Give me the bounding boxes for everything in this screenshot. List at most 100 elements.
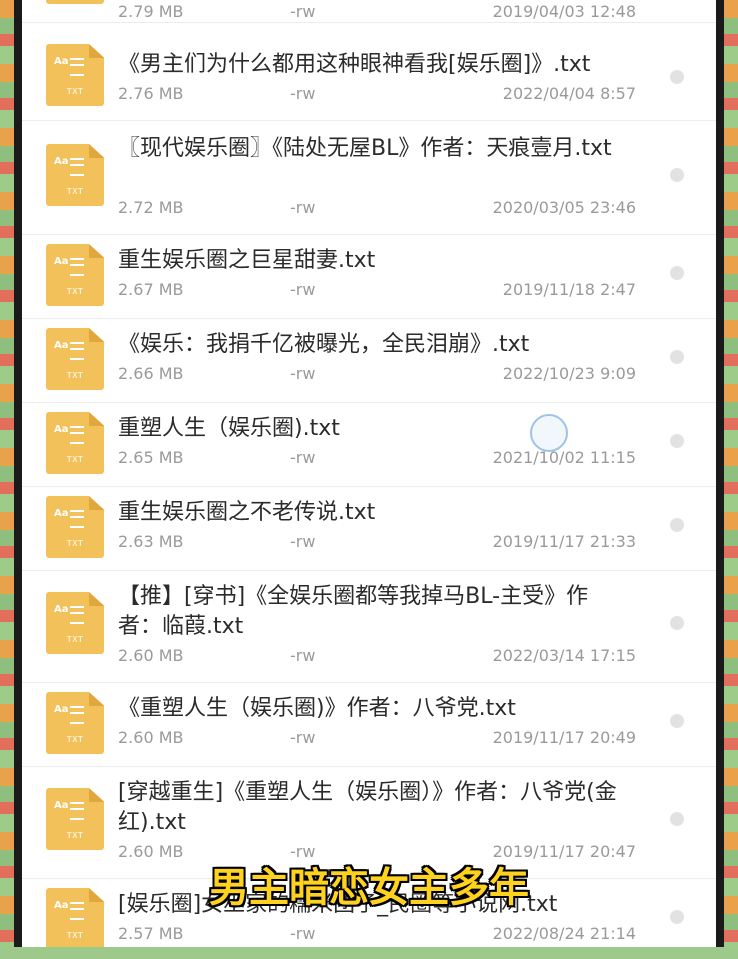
phone-bezel-left [14, 0, 22, 959]
phone-bezel-right [716, 0, 724, 959]
file-date: 2019/11/17 21:33 [492, 532, 636, 551]
txt-file-icon: Aa TXT [46, 144, 104, 206]
icon-lines [70, 258, 84, 276]
txt-file-icon: Aa TXT [46, 592, 104, 654]
icon-aa-text: Aa [54, 800, 69, 811]
file-name: 〖现代娱乐圈〗《陆处无屋BL》作者：天痕壹月.txt [118, 136, 612, 161]
icon-lines [70, 802, 84, 820]
select-radio[interactable] [670, 616, 684, 630]
file-permissions: -rw [290, 448, 316, 467]
file-row[interactable]: Aa TXT 重生娱乐圈之巨星甜妻.txt 2.67 MB -rw 2019/1… [22, 234, 716, 319]
decorative-frame-right [724, 0, 738, 959]
icon-aa-text: Aa [54, 424, 69, 435]
file-size: 2.79 MB [118, 2, 184, 21]
icon-txt-label: TXT [66, 831, 84, 840]
decorative-frame-bottom [0, 947, 738, 959]
icon-lines [70, 342, 84, 360]
file-permissions: -rw [290, 532, 316, 551]
icon-txt-label: TXT [66, 931, 84, 940]
file-row[interactable]: Aa TXT 〖现代娱乐圈〗《陆处无屋BL》作者：天痕壹月.txt 2.72 M… [22, 120, 716, 235]
file-date: 2019/11/18 2:47 [502, 280, 636, 299]
file-row[interactable]: Aa TXT 《重塑人生（娱乐圈)》作者：八爷党.txt 2.60 MB -rw… [22, 682, 716, 767]
txt-file-icon: Aa TXT [46, 44, 104, 106]
file-permissions: -rw [290, 728, 316, 747]
file-row[interactable]: Aa TXT 2.79 MB -rw 2019/04/03 12:48 [22, 0, 716, 23]
icon-txt-label: TXT [66, 371, 84, 380]
txt-file-icon: Aa TXT [46, 328, 104, 390]
icon-aa-text: Aa [54, 508, 69, 519]
file-size: 2.67 MB [118, 280, 184, 299]
icon-aa-text: Aa [54, 704, 69, 715]
icon-lines [70, 158, 84, 176]
icon-txt-label: TXT [66, 735, 84, 744]
file-permissions: -rw [290, 280, 316, 299]
txt-file-icon: Aa TXT [46, 788, 104, 850]
file-date: 2022/08/24 21:14 [492, 924, 636, 943]
file-size: 2.63 MB [118, 532, 184, 551]
icon-lines [70, 606, 84, 624]
file-name: 《男主们为什么都用这种眼神看我[娱乐圈]》.txt [118, 52, 591, 77]
file-permissions: -rw [290, 646, 316, 665]
file-date: 2021/10/02 11:15 [492, 448, 636, 467]
txt-file-icon: Aa TXT [46, 496, 104, 558]
select-radio[interactable] [670, 714, 684, 728]
icon-txt-label: TXT [66, 187, 84, 196]
file-name: 【推】[穿书]《全娱乐圈都等我掉马BL-主受》作者：临葭.txt [118, 584, 589, 639]
icon-txt-label: TXT [66, 539, 84, 548]
file-name: [穿越重生]《重塑人生（娱乐圈）》作者：八爷党(金 红).txt [118, 780, 617, 835]
select-radio[interactable] [670, 518, 684, 532]
txt-file-icon: Aa TXT [46, 412, 104, 474]
file-name: 《重塑人生（娱乐圈)》作者：八爷党.txt [118, 696, 516, 721]
icon-lines [70, 510, 84, 528]
select-radio[interactable] [670, 350, 684, 364]
file-size: 2.72 MB [118, 198, 184, 217]
file-date: 2022/03/14 17:15 [492, 646, 636, 665]
txt-file-icon: Aa TXT [46, 692, 104, 754]
file-size: 2.60 MB [118, 646, 184, 665]
select-radio[interactable] [670, 812, 684, 826]
icon-aa-text: Aa [54, 156, 69, 167]
file-row[interactable]: Aa TXT 重生娱乐圈之不老传说.txt 2.63 MB -rw 2019/1… [22, 486, 716, 571]
file-row[interactable]: Aa TXT 《男主们为什么都用这种眼神看我[娱乐圈]》.txt 2.76 MB… [22, 22, 716, 121]
file-name: 重生娱乐圈之不老传说.txt [118, 500, 376, 525]
file-date: 2022/10/23 9:09 [502, 364, 636, 383]
txt-file-icon: Aa TXT [46, 0, 104, 4]
file-date: 2019/04/03 12:48 [492, 2, 636, 21]
icon-lines [70, 58, 84, 76]
select-radio[interactable] [670, 266, 684, 280]
icon-aa-text: Aa [54, 56, 69, 67]
file-list-screen: Aa TXT 2.79 MB -rw 2019/04/03 12:48 Aa T… [22, 0, 716, 947]
icon-aa-text: Aa [54, 604, 69, 615]
file-name: 重塑人生（娱乐圈).txt [118, 416, 340, 441]
select-radio[interactable] [670, 70, 684, 84]
file-name: 重生娱乐圈之巨星甜妻.txt [118, 248, 376, 273]
file-size: 2.57 MB [118, 924, 184, 943]
icon-aa-text: Aa [54, 256, 69, 267]
icon-lines [70, 426, 84, 444]
file-name: 《娱乐：我捐千亿被曝光，全民泪崩》.txt [118, 332, 530, 357]
file-size: 2.65 MB [118, 448, 184, 467]
file-size: 2.66 MB [118, 364, 184, 383]
file-date: 2022/04/04 8:57 [502, 84, 636, 103]
icon-txt-label: TXT [66, 287, 84, 296]
icon-txt-label: TXT [66, 87, 84, 96]
file-size: 2.60 MB [118, 728, 184, 747]
file-permissions: -rw [290, 84, 316, 103]
select-radio[interactable] [670, 434, 684, 448]
file-row[interactable]: Aa TXT 《娱乐：我捐千亿被曝光，全民泪崩》.txt 2.66 MB -rw… [22, 318, 716, 403]
icon-txt-label: TXT [66, 635, 84, 644]
select-radio[interactable] [670, 168, 684, 182]
icon-txt-label: TXT [66, 455, 84, 464]
file-row[interactable]: Aa TXT 【推】[穿书]《全娱乐圈都等我掉马BL-主受》作者：临葭.txt … [22, 570, 716, 683]
file-permissions: -rw [290, 924, 316, 943]
file-date: 2020/03/05 23:46 [492, 198, 636, 217]
loading-spinner-icon [530, 414, 568, 452]
file-permissions: -rw [290, 198, 316, 217]
txt-file-icon: Aa TXT [46, 244, 104, 306]
icon-aa-text: Aa [54, 340, 69, 351]
file-row[interactable]: Aa TXT 重塑人生（娱乐圈).txt 2.65 MB -rw 2021/10… [22, 402, 716, 487]
icon-lines [70, 706, 84, 724]
file-date: 2019/11/17 20:49 [492, 728, 636, 747]
file-permissions: -rw [290, 2, 316, 21]
file-size: 2.76 MB [118, 84, 184, 103]
